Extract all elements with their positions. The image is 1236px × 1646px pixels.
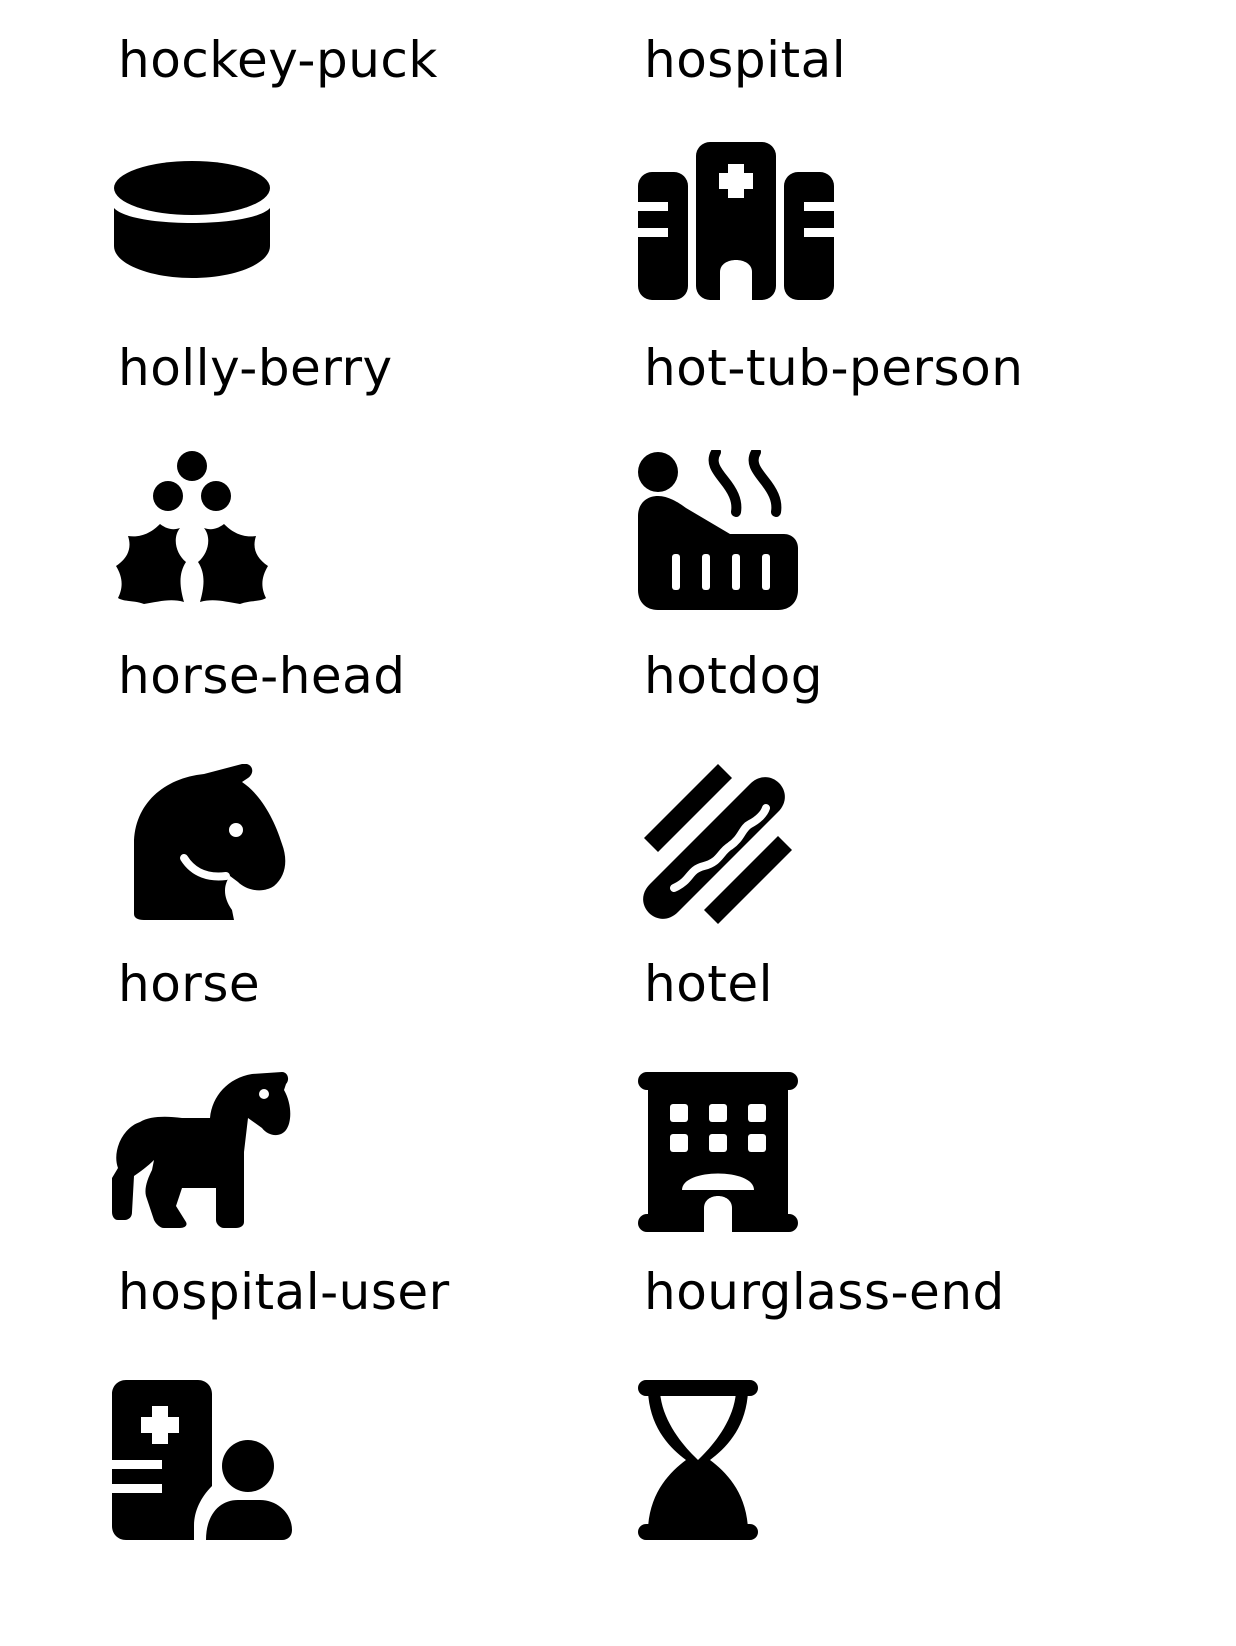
hotdog-icon — [643, 764, 792, 924]
icon-cell-hotdog: hotdog — [643, 646, 1164, 946]
icon-label: hourglass-end — [644, 1263, 1005, 1321]
icon-label: hotdog — [644, 647, 823, 705]
horse-head-icon — [134, 764, 286, 920]
hospital-icon — [638, 142, 834, 300]
horse-icon — [112, 1072, 291, 1228]
icon-cell-hot-tub-person: hot-tub-person — [638, 338, 1164, 638]
icon-cell-hospital-user: hospital-user — [112, 1262, 638, 1562]
icon-label: hot-tub-person — [644, 339, 1024, 397]
icon-label: hospital — [644, 31, 847, 89]
icon-cell-hockey-puck: hockey-puck — [114, 30, 638, 330]
icon-cell-horse: horse — [112, 954, 638, 1254]
icon-cell-hospital: hospital — [638, 30, 1164, 330]
icon-label: horse — [118, 955, 261, 1013]
icon-label: hospital-user — [118, 1263, 450, 1321]
icon-cell-hourglass-end: hourglass-end — [638, 1262, 1164, 1562]
holly-berry-icon — [116, 451, 268, 604]
hotel-icon — [638, 1072, 798, 1232]
hourglass-end-icon — [638, 1380, 758, 1540]
icon-label: hotel — [644, 955, 774, 1013]
hockey-puck-icon — [114, 161, 270, 278]
hospital-user-icon — [112, 1380, 292, 1540]
hot-tub-person-icon — [638, 450, 798, 610]
icon-cell-holly-berry: holly-berry — [116, 338, 638, 638]
icon-label: horse-head — [118, 647, 406, 705]
icon-cell-horse-head: horse-head — [118, 646, 638, 946]
icon-cell-hotel: hotel — [638, 954, 1164, 1254]
icon-label: holly-berry — [118, 339, 393, 397]
icon-label: hockey-puck — [118, 31, 438, 89]
